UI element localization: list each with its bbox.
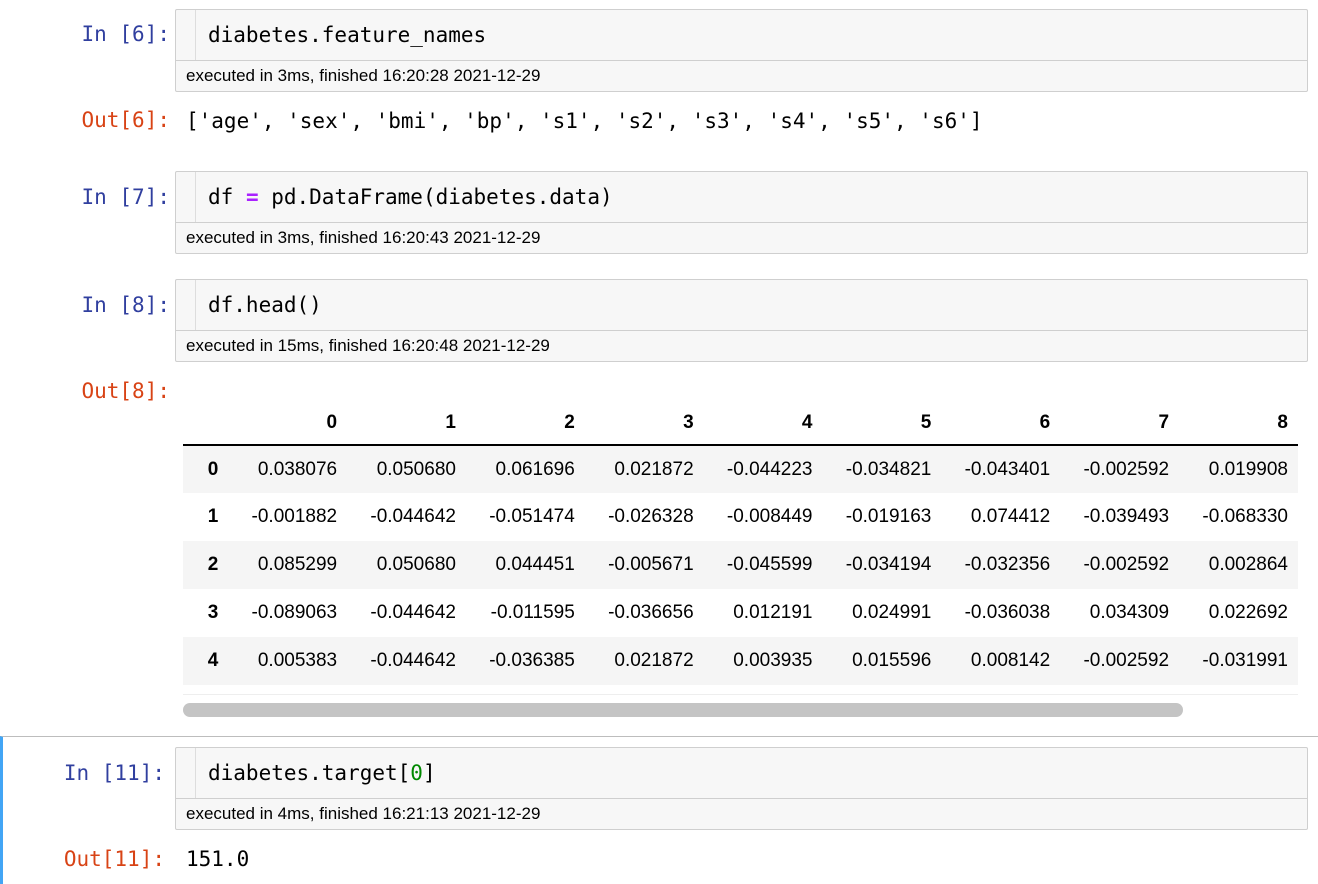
dataframe-index-header [183,402,229,446]
dataframe-column-header: 2 [465,402,585,446]
dataframe-row-index: 4 [207,650,219,671]
dataframe-cell: -0.026328 [608,506,694,527]
dataframe-cell: 0.038076 [257,458,338,480]
dataframe-cell: 0.019908 [1208,458,1288,480]
dataframe-cell: -0.002592 [1083,650,1170,671]
dataframe-cell: 0.024991 [852,602,932,623]
cell-6-input[interactable]: diabetes.feature_names executed in 3ms, … [175,9,1308,92]
dataframe-column-header: 6 [941,402,1061,446]
table-row: 2 0.085299 0.050680 0.044451 -0.005671 -0.045… [183,541,1298,589]
table-row: 4 0.005383 -0.044642 -0.036385 0.021872 0.003… [183,637,1298,685]
dataframe-cell: -0.045599 [726,554,813,575]
dataframe-cell: -0.043401 [964,458,1051,480]
dataframe-cell: 0.050680 [376,458,456,480]
dataframe-cell: 0.015596 [852,650,932,671]
dataframe-cell: 0.003935 [733,650,813,671]
cell-11-exec-info: executed in 4ms, finished 16:21:13 2021-… [176,798,1307,829]
dataframe-cell: 0.050680 [376,554,456,575]
dataframe-cell: -0.036038 [964,602,1051,623]
dataframe-row-index: 2 [207,554,219,575]
dataframe-column-header: 4 [703,402,823,446]
dataframe-cell: -0.044642 [370,506,456,527]
cell-11-input[interactable]: diabetes.target[0] executed in 4ms, fini… [175,747,1308,830]
table-row: 0 0.038076 0.050680 0.061696 0.021872 -0.0442… [183,445,1298,493]
dataframe-cell: -0.044642 [370,650,456,671]
dataframe-cell: -0.036656 [608,602,694,623]
cell-7-in-prompt: In [7]: [81,185,170,209]
dataframe-cell: -0.011595 [490,602,575,623]
dataframe-cell: 0.074412 [970,506,1051,527]
dataframe-cell: 0.085299 [257,554,338,575]
dataframe-cell: 0.008142 [970,650,1051,671]
cell-11-code[interactable]: diabetes.target[0] [195,748,1307,798]
cell-7-code-part-b: pd.DataFrame(diabetes.data) [258,185,613,209]
cell-6-code[interactable]: diabetes.feature_names [195,10,1307,60]
horizontal-scrollbar-thumb[interactable] [183,703,1183,717]
cell-8-exec-info: executed in 15ms, finished 16:20:48 2021… [176,330,1307,361]
cell-11-in-prompt: In [11]: [63,761,165,785]
dataframe-cell: 0.022692 [1208,602,1288,623]
dataframe-table: 012345678 0 0.038076 0.050680 0.061696 0.021… [183,402,1298,685]
dataframe-column-header: 1 [347,402,466,446]
cell-6-output: ['age', 'sex', 'bmi', 'bp', 's1', 's2', … [186,109,983,133]
dataframe-cell: -0.032356 [964,554,1051,575]
dataframe-cell: -0.039493 [1083,506,1170,527]
dataframe-column-header: 5 [822,402,942,446]
horizontal-scrollbar[interactable] [183,694,1298,724]
dataframe-cell: 0.005383 [257,650,338,671]
dataframe-cell: -0.044223 [726,458,813,480]
cell-11-output: 151.0 [186,847,250,871]
dataframe-cell: -0.036385 [489,650,575,671]
cell-11-code-part-b: ] [422,761,436,785]
dataframe-row-index: 3 [207,602,219,623]
dataframe-cell: -0.001882 [251,506,338,527]
dataframe-column-header: 8 [1179,402,1298,446]
cell-11-code-number: 0 [410,761,423,785]
dataframe-output: 012345678 0 0.038076 0.050680 0.061696 0.021… [183,402,1298,724]
cell-6-exec-info: executed in 3ms, finished 16:20:28 2021-… [176,60,1307,91]
dataframe-cell: -0.002592 [1083,554,1170,575]
dataframe-row-index: 1 [207,506,219,527]
dataframe-cell: -0.005671 [608,554,694,575]
cell-7-code-operator: = [245,185,259,209]
dataframe-cell: -0.008449 [726,506,813,527]
dataframe-cell: 0.012191 [733,602,813,623]
dataframe-cell: 0.061696 [495,458,575,480]
cell-7-code-part-a: df [208,185,246,209]
dataframe-cell: -0.019163 [845,506,932,527]
dataframe-header-row: 012345678 [183,402,1298,446]
table-row: 3 -0.089063 -0.044642 -0.011595 -0.036656 0.0… [183,589,1298,637]
dataframe-column-header: 3 [584,402,704,446]
dataframe-cell: -0.051474 [489,506,575,527]
dataframe-cell: 0.021872 [614,650,694,671]
dataframe-row-index: 0 [207,458,219,480]
dataframe-cell: 0.021872 [614,458,694,480]
cell-6-in-prompt: In [6]: [81,22,170,46]
cell-8-input[interactable]: df.head() executed in 15ms, finished 16:… [175,279,1308,362]
dataframe-column-header: 7 [1060,402,1180,446]
dataframe-cell: -0.034821 [845,458,932,480]
dataframe-cell: -0.034194 [845,554,932,575]
cell-7-input[interactable]: df = pd.DataFrame(diabetes.data) execute… [175,171,1308,254]
cell-11-out-prompt: Out[11]: [63,847,165,871]
dataframe-cell: 0.002864 [1208,554,1288,575]
cell-8-in-prompt: In [8]: [81,293,170,317]
dataframe-cell: -0.002592 [1083,458,1170,480]
dataframe-cell: 0.034309 [1089,602,1170,623]
dataframe-cell: 0.044451 [495,554,575,575]
dataframe-cell: -0.044642 [370,602,456,623]
table-row: 1 -0.001882 -0.044642 -0.051474 -0.026328 -0.… [183,493,1298,541]
cell-8-out-prompt: Out[8]: [81,379,170,403]
cell-7-code[interactable]: df = pd.DataFrame(diabetes.data) [195,172,1307,222]
dataframe-cell: -0.031991 [1202,650,1288,671]
cell-6-out-prompt: Out[6]: [81,108,170,132]
cell-11-code-part-a: diabetes.target[ [208,761,411,785]
cell-7-exec-info: executed in 3ms, finished 16:20:43 2021-… [176,222,1307,253]
cell-8-code[interactable]: df.head() [195,280,1307,330]
dataframe-cell: -0.089063 [251,602,338,623]
dataframe-cell: -0.068330 [1202,506,1288,527]
dataframe-column-header: 0 [228,402,348,446]
